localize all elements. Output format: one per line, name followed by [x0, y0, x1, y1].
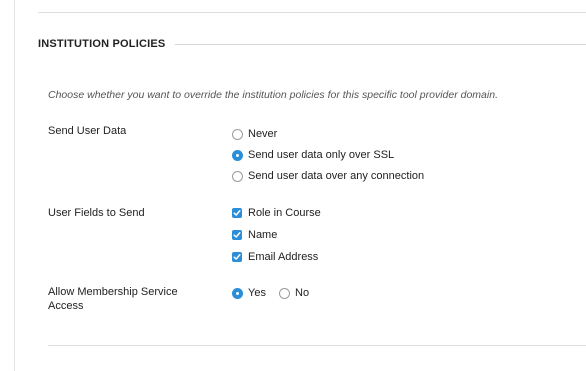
checkbox-name-label: Name	[248, 229, 278, 241]
membership-label-line1: Allow Membership Service	[48, 286, 178, 298]
checkbox-role-in-course[interactable]: Role in Course	[232, 207, 321, 219]
radio-membership-yes[interactable]: Yes	[232, 287, 266, 299]
radio-never[interactable]: Never	[232, 128, 277, 140]
top-divider	[38, 12, 586, 13]
send-user-data-label: Send User Data	[48, 125, 127, 137]
check-icon	[233, 254, 241, 260]
radio-send-ssl[interactable]: Send user data only over SSL	[232, 149, 394, 161]
checkbox-name-control[interactable]	[232, 230, 242, 240]
radio-send-any-control[interactable]	[232, 170, 243, 182]
radio-never-label: Never	[248, 128, 278, 140]
check-icon	[233, 232, 241, 238]
checkbox-email-address[interactable]: Email Address	[232, 251, 318, 263]
radio-membership-yes-label: Yes	[248, 287, 266, 299]
checkbox-email-address-label: Email Address	[248, 251, 319, 263]
radio-send-any-label: Send user data over any connection	[248, 170, 425, 182]
section-header: INSTITUTION POLICIES	[38, 36, 586, 52]
radio-send-any[interactable]: Send user data over any connection	[232, 170, 424, 182]
radio-membership-no-label: No	[295, 287, 310, 299]
section-title: INSTITUTION POLICIES	[38, 38, 166, 50]
bottom-divider	[48, 345, 586, 346]
membership-label: Allow Membership Service Access	[48, 285, 178, 313]
radio-never-control[interactable]	[232, 128, 243, 140]
section-title-rule	[175, 43, 586, 45]
check-icon	[233, 210, 241, 216]
section-instructions: Choose whether you want to override the …	[48, 89, 498, 101]
left-divider	[14, 0, 15, 371]
membership-label-line2: Access	[48, 300, 84, 312]
radio-send-ssl-label: Send user data only over SSL	[248, 149, 395, 161]
radio-membership-yes-control[interactable]	[232, 287, 243, 299]
checkbox-role-in-course-label: Role in Course	[248, 207, 321, 219]
radio-membership-no[interactable]: No	[279, 287, 309, 299]
user-fields-label: User Fields to Send	[48, 207, 145, 219]
checkbox-email-address-control[interactable]	[232, 252, 242, 262]
checkbox-role-in-course-control[interactable]	[232, 208, 242, 218]
radio-membership-no-control[interactable]	[279, 287, 290, 299]
page: INSTITUTION POLICIES Choose whether you …	[0, 0, 586, 371]
radio-send-ssl-control[interactable]	[232, 149, 243, 161]
checkbox-name[interactable]: Name	[232, 229, 277, 241]
